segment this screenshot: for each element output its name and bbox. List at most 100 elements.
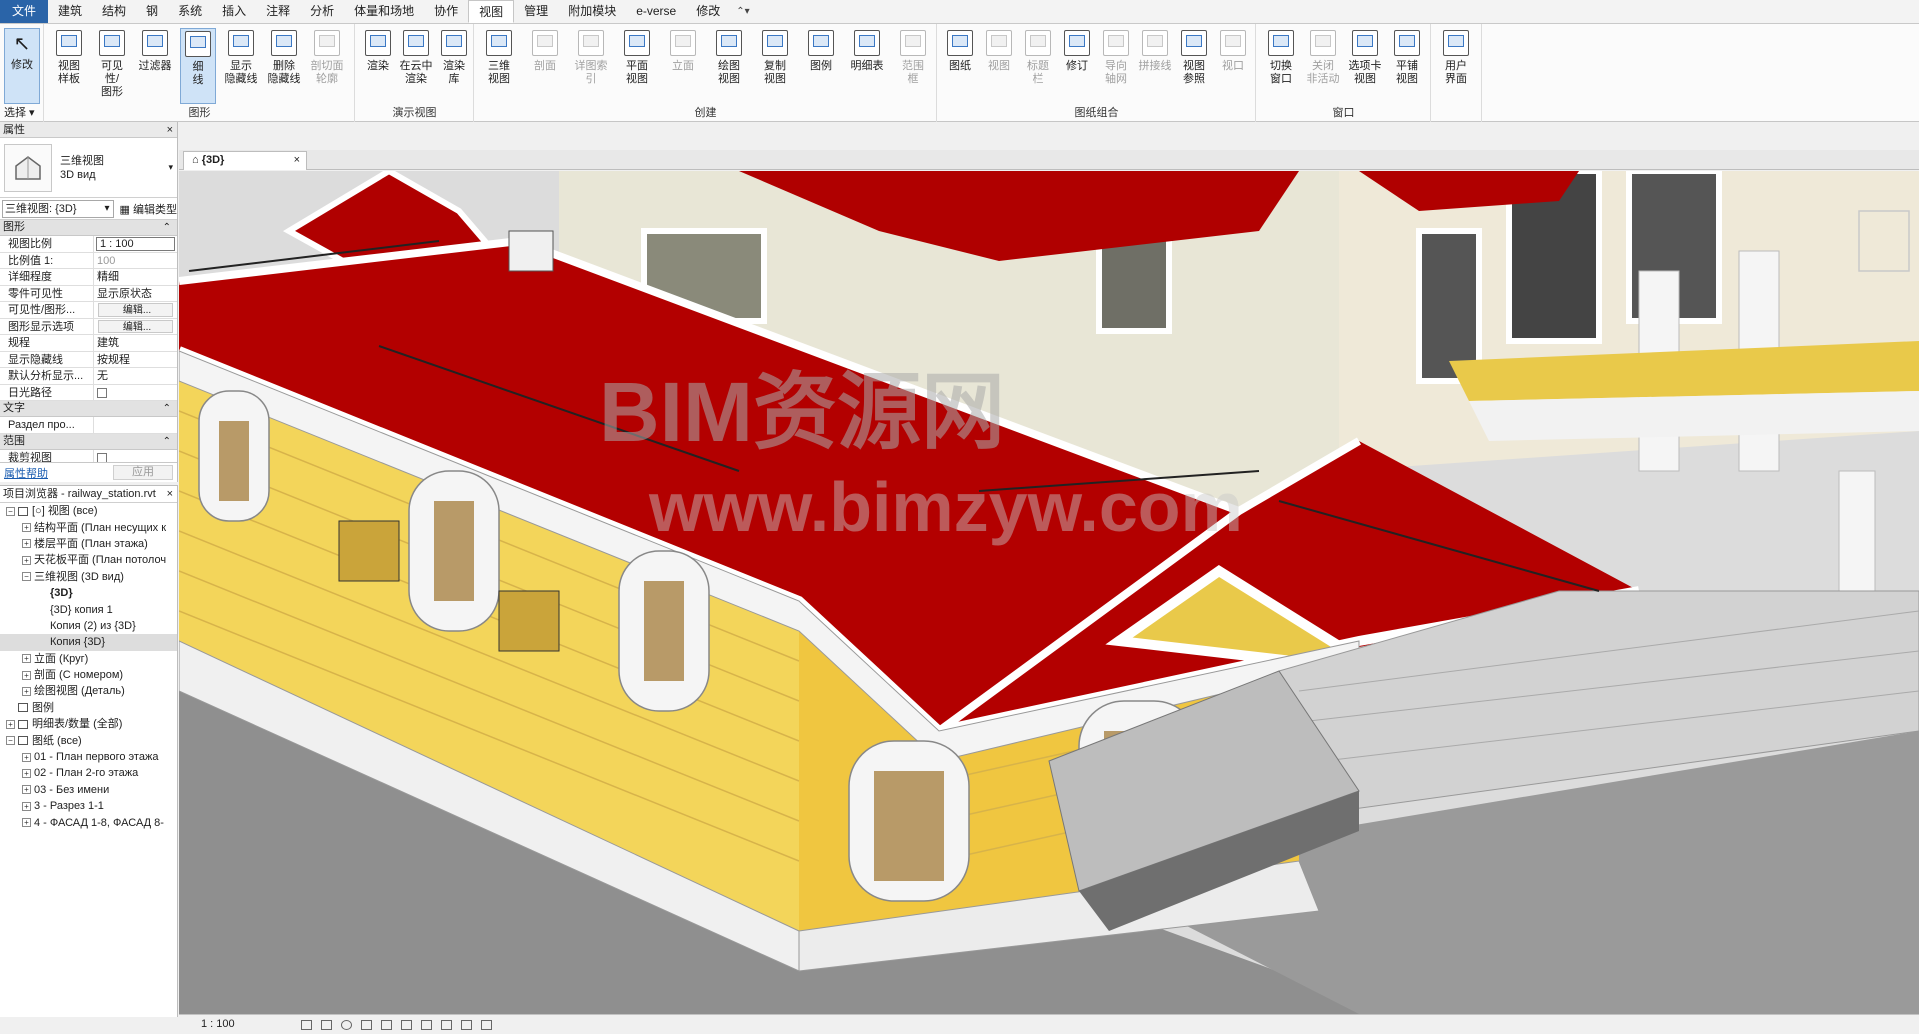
property-value[interactable]: 建筑 [94, 335, 177, 351]
expand-icon[interactable]: + [6, 719, 15, 729]
browser-item[interactable]: +3 - Разрез 1-1 [0, 798, 177, 814]
view-scale[interactable]: 1 : 100 [201, 1015, 235, 1034]
create-button-0[interactable]: 三维 视图 [481, 28, 517, 104]
browser-item[interactable]: Копия (2) из {3D} [0, 618, 177, 634]
tab-3d-view[interactable]: ⌂ {3D} × [183, 151, 307, 170]
browser-item[interactable]: + 明细表/数量 (全部) [0, 716, 177, 732]
sheet-button-4[interactable]: 导向 轴网 [1098, 28, 1134, 104]
create-button-9[interactable]: 范围 框 [895, 28, 931, 104]
property-value[interactable]: 100 [94, 253, 177, 269]
browser-item[interactable]: +02 - План 2-го этажа [0, 765, 177, 781]
tab-8[interactable]: 体量和场地 [344, 0, 424, 23]
browser-item[interactable]: +03 - Без имени [0, 782, 177, 798]
tab-7[interactable]: 分析 [300, 0, 344, 23]
section-text[interactable]: 文字 [0, 401, 177, 417]
tab-2[interactable]: 结构 [92, 0, 136, 23]
presentation-button-1[interactable]: 在云中 渲染 [398, 28, 434, 104]
presentation-button-0[interactable]: 渲染 [360, 28, 396, 104]
graphics-button-2[interactable]: 过滤器 [137, 28, 173, 104]
sheet-button-2[interactable]: 标题 栏 [1020, 28, 1056, 104]
create-button-1[interactable]: 剖面 [527, 28, 563, 104]
browser-item[interactable]: + 结构平面 (План несущих к [0, 519, 177, 535]
tab-14[interactable]: 修改 [686, 0, 730, 23]
expand-icon[interactable]: + [22, 752, 31, 762]
tab-3[interactable]: 钢 [136, 0, 168, 23]
tab-15[interactable]: ⌃▾ [730, 0, 755, 23]
property-value[interactable]: 显示原状态 [94, 286, 177, 302]
section-graphics[interactable]: 图形 [0, 220, 177, 236]
browser-item[interactable]: + 立面 (Круг) [0, 651, 177, 667]
expand-icon[interactable]: + [22, 768, 31, 778]
crop-view-icon[interactable] [401, 1020, 412, 1030]
expand-icon[interactable]: + [22, 686, 31, 696]
browser-item[interactable]: 图例 [0, 700, 177, 716]
browser-item[interactable]: − [○] 视图 (все) [0, 503, 177, 519]
detail-level-icon[interactable] [301, 1020, 312, 1030]
shadows-icon[interactable] [361, 1020, 372, 1030]
property-value[interactable] [94, 417, 177, 433]
render-icon[interactable] [381, 1020, 392, 1030]
property-value[interactable]: 1 : 100 [96, 237, 175, 251]
create-button-8[interactable]: 明细表 [849, 28, 885, 104]
property-value[interactable]: 无 [94, 368, 177, 384]
modify-button[interactable]: ↖ 修改 [4, 28, 40, 104]
apply-button[interactable]: 应用 [113, 465, 173, 480]
expand-icon[interactable]: + [22, 654, 31, 664]
sheet-button-6[interactable]: 视图 参照 [1176, 28, 1212, 104]
sheet-button-7[interactable]: 视口 [1215, 28, 1251, 104]
browser-item[interactable]: − 三维视图 (3D вид) [0, 569, 177, 585]
collapse-icon[interactable]: − [6, 736, 15, 746]
chevron-down-icon[interactable]: ▾ [168, 162, 173, 173]
create-button-3[interactable]: 平面 视图 [619, 28, 655, 104]
tab-9[interactable]: 协作 [424, 0, 468, 23]
close-icon[interactable]: × [167, 122, 173, 138]
tab-11[interactable]: 管理 [514, 0, 558, 23]
tab-6[interactable]: 注释 [256, 0, 300, 23]
create-button-2[interactable]: 详图索引 [573, 28, 609, 104]
sheet-button-0[interactable]: 图纸 [942, 28, 978, 104]
properties-help-link[interactable]: 属性帮助 [4, 465, 48, 481]
graphics-button-5[interactable]: 删除 隐藏线 [266, 28, 302, 104]
create-button-7[interactable]: 图例 [803, 28, 839, 104]
view-instance-dropdown[interactable]: 三维视图: {3D} [2, 199, 114, 218]
collapse-icon[interactable]: − [6, 506, 15, 516]
property-value[interactable] [94, 385, 177, 401]
browser-item[interactable]: − 图纸 (все) [0, 732, 177, 748]
create-button-6[interactable]: 复制 视图 [757, 28, 793, 104]
temporary-hide-icon[interactable] [461, 1020, 472, 1030]
browser-item[interactable]: {3D} копия 1 [0, 601, 177, 617]
sheet-button-3[interactable]: 修订 [1059, 28, 1095, 104]
sheet-button-5[interactable]: 拼接线 [1137, 28, 1173, 104]
ui-button-0[interactable]: 用户 界面 [1438, 28, 1474, 104]
expand-icon[interactable]: + [22, 555, 31, 565]
close-icon[interactable]: × [294, 152, 300, 169]
sheet-button-1[interactable]: 视图 [981, 28, 1017, 104]
3d-view-canvas[interactable]: BIM资源网 www.bimzyw.com [179, 171, 1919, 1014]
tab-12[interactable]: 附加模块 [558, 0, 626, 23]
tab-1[interactable]: 建筑 [48, 0, 92, 23]
browser-item[interactable]: + 剖面 (С номером) [0, 667, 177, 683]
section-extents[interactable]: 范围 [0, 433, 177, 450]
tab-5[interactable]: 插入 [212, 0, 256, 23]
browser-item[interactable]: + 绘图视图 (Деталь) [0, 683, 177, 699]
expand-icon[interactable]: + [22, 539, 31, 549]
lock-view-icon[interactable] [441, 1020, 452, 1030]
sun-path-icon[interactable] [341, 1020, 352, 1030]
checkbox[interactable] [97, 452, 107, 463]
graphics-button-0[interactable]: 视图 样板 [51, 28, 87, 104]
property-value[interactable]: 按规程 [94, 352, 177, 368]
expand-icon[interactable]: + [22, 670, 31, 680]
create-button-4[interactable]: 立面 [665, 28, 701, 104]
create-button-5[interactable]: 绘图 视图 [711, 28, 747, 104]
checkbox[interactable] [97, 387, 107, 398]
windows-button-0[interactable]: 切换 窗口 [1263, 28, 1299, 104]
graphics-button-1[interactable]: 可见性/ 图形 [94, 28, 130, 104]
browser-item[interactable]: +01 - План первого этажа [0, 749, 177, 765]
tab-10[interactable]: 视图 [468, 0, 515, 23]
graphics-button-3[interactable]: 细 线 [180, 28, 216, 104]
browser-item[interactable]: +4 - ФАСАД 1-8, ФАСАД 8- [0, 814, 177, 830]
expand-icon[interactable]: + [22, 523, 31, 533]
tab-0[interactable]: 文件 [0, 0, 49, 23]
property-value[interactable]: 精细 [94, 269, 177, 285]
graphics-button-6[interactable]: 剖切面 轮廓 [309, 28, 345, 104]
